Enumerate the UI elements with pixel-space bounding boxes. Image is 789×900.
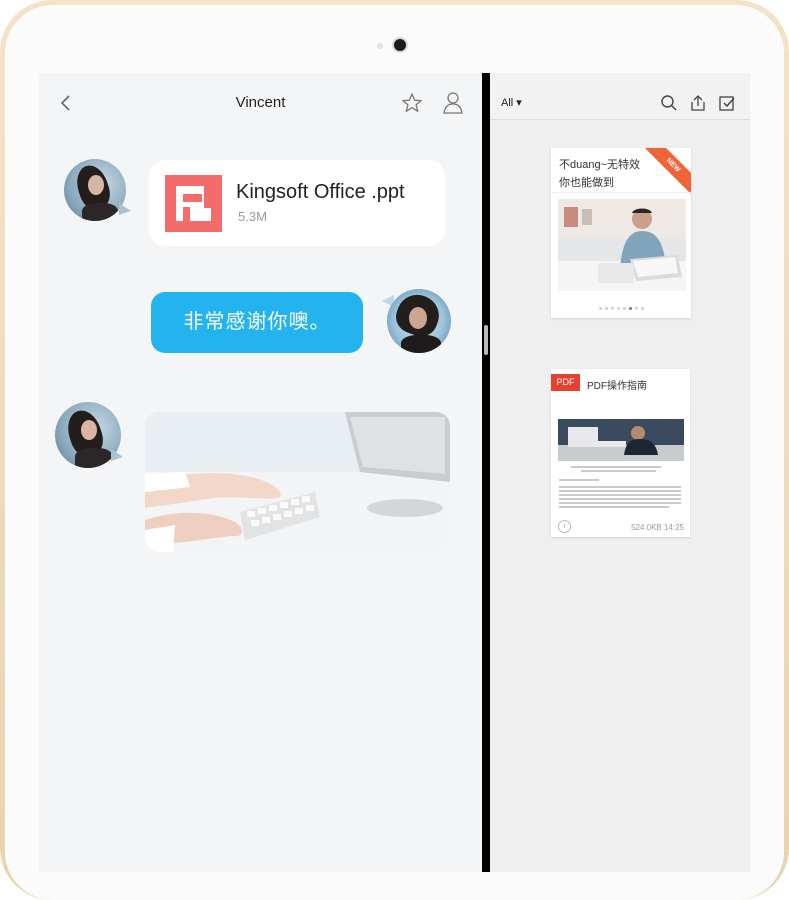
slide-dot[interactable] (616, 307, 620, 310)
info-icon[interactable]: i (558, 520, 571, 533)
pdf-text-line (581, 470, 656, 472)
avatar-tail-icon (111, 449, 123, 461)
slide-indicator (551, 307, 691, 310)
chat-header: Vincent (39, 73, 482, 133)
contact-icon[interactable] (442, 91, 464, 115)
pdf-thumbnail-photo (558, 419, 684, 461)
slide-dot[interactable] (640, 307, 644, 310)
star-icon[interactable] (401, 92, 423, 114)
ppt-file-icon (165, 175, 222, 232)
file-meta: 524.0KB 14:25 (631, 523, 684, 532)
pdf-text-line (559, 498, 681, 500)
pdf-card[interactable]: PDF PDF操作指南 i 524.0KB 14:25 (551, 369, 690, 537)
pdf-text-line (571, 466, 661, 468)
share-icon[interactable] (689, 94, 707, 112)
slide-dot[interactable] (622, 307, 626, 310)
text-message-bubble[interactable]: 非常感谢你噢。 (151, 292, 363, 353)
documents-toolbar: All ▾ (490, 73, 750, 120)
ppt-letter-icon (176, 186, 211, 221)
front-camera (394, 39, 406, 51)
chat-pane: Vincent Kingsoft Office .ppt 5.3M 非常感谢你噢… (39, 73, 482, 872)
avatar-tail-icon (119, 203, 131, 215)
split-drag-handle[interactable] (484, 325, 488, 355)
promo-photo (558, 199, 686, 291)
keyboard-photo (145, 412, 450, 552)
pdf-text-line (559, 506, 669, 508)
file-name: Kingsoft Office .ppt (236, 181, 405, 203)
slide-dot[interactable] (604, 307, 608, 310)
slide-dot[interactable] (610, 307, 614, 310)
pdf-title: PDF操作指南 (587, 381, 647, 392)
pdf-text-line (559, 494, 681, 496)
split-divider[interactable] (482, 73, 490, 872)
search-icon[interactable] (660, 94, 678, 112)
file-message-bubble[interactable]: Kingsoft Office .ppt 5.3M (149, 160, 445, 246)
promo-card[interactable]: 不duang~无特效 你也能做到 NEW (551, 148, 691, 318)
pdf-text-line (559, 479, 599, 481)
light-sensor (377, 43, 383, 49)
promo-line-1: 不duang~无特效 (559, 159, 641, 171)
file-size: 5.3M (238, 209, 267, 224)
image-message-bubble[interactable] (145, 412, 450, 552)
documents-pane: All ▾ 不duang~无特效 你也能做到 NEW PDF PDF操作指南 i… (490, 73, 750, 872)
my-avatar[interactable] (387, 289, 451, 353)
tablet-screen: Vincent Kingsoft Office .ppt 5.3M 非常感谢你噢… (39, 73, 750, 872)
slide-dot[interactable] (628, 307, 632, 310)
filter-dropdown[interactable]: All ▾ (501, 96, 522, 109)
pdf-text-line (559, 490, 681, 492)
pdf-text-line (559, 486, 681, 488)
pdf-text-line (559, 502, 681, 504)
slide-dot[interactable] (598, 307, 602, 310)
promo-line-2: 你也能做到 (559, 177, 614, 189)
pdf-badge: PDF (551, 374, 580, 391)
slide-dot[interactable] (634, 307, 638, 310)
contact-avatar[interactable] (64, 159, 126, 221)
select-icon[interactable] (718, 94, 736, 112)
